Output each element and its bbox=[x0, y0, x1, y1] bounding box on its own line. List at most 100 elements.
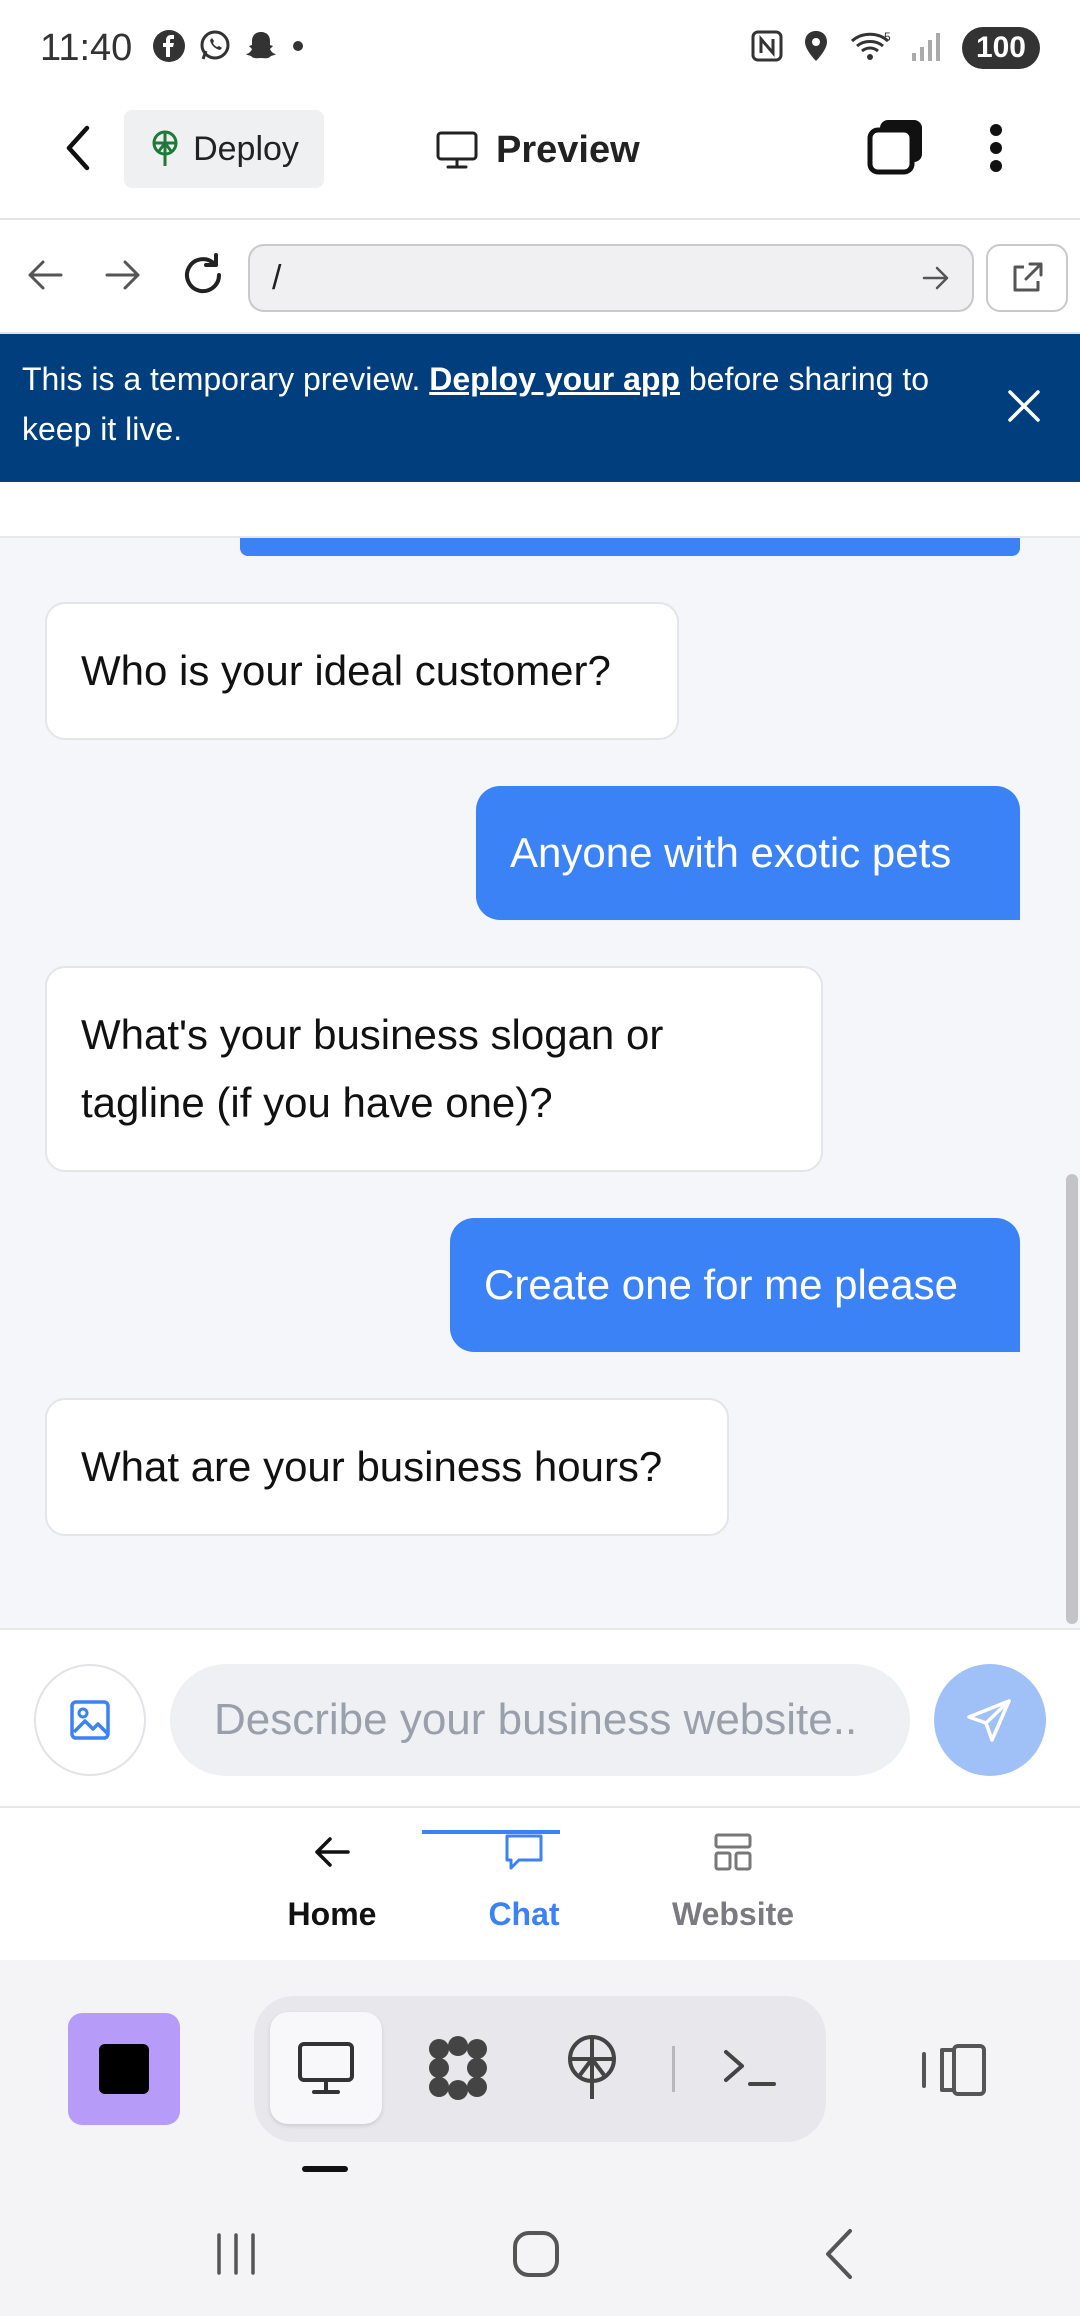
message-text: Create one for me please bbox=[484, 1261, 958, 1308]
user-message: Anyone with exotic pets bbox=[476, 786, 1020, 920]
back-button[interactable] bbox=[58, 120, 98, 176]
panel-toggle-icon bbox=[922, 2044, 986, 2096]
url-bar: / bbox=[0, 220, 1080, 334]
layers-button[interactable] bbox=[866, 116, 926, 178]
bot-message: What's your business slogan or tagline (… bbox=[45, 966, 823, 1172]
deploy-button[interactable]: Deploy bbox=[124, 110, 324, 188]
bottom-tabs: Home Chat Website bbox=[0, 1808, 1080, 1960]
more-options-button[interactable] bbox=[976, 118, 1016, 178]
system-navigation bbox=[0, 2190, 1080, 2316]
chat-area[interactable]: Who is your ideal customer? Anyone with … bbox=[0, 482, 1080, 1628]
message-input[interactable]: Describe your business website.. bbox=[170, 1664, 910, 1776]
tab-website-label: Website bbox=[671, 1896, 795, 1932]
dock-integrations-button[interactable] bbox=[402, 2012, 514, 2124]
image-icon bbox=[70, 1700, 110, 1740]
previous-user-bubble bbox=[240, 538, 1020, 556]
dock-deploy-button[interactable] bbox=[536, 2012, 648, 2124]
deploy-icon bbox=[152, 130, 178, 166]
system-status: 5 100 bbox=[750, 27, 1040, 69]
url-go-icon[interactable] bbox=[920, 262, 952, 303]
tab-website[interactable]: Website bbox=[662, 1808, 804, 1960]
notification-icons bbox=[152, 29, 306, 68]
deploy-icon bbox=[568, 2035, 616, 2099]
dot-icon bbox=[290, 38, 306, 59]
facebook-icon bbox=[152, 29, 186, 68]
dock-preview-button[interactable] bbox=[270, 2012, 382, 2124]
open-external-button[interactable] bbox=[986, 244, 1068, 312]
deploy-your-app-link[interactable]: Deploy your app bbox=[429, 361, 680, 397]
reload-icon bbox=[185, 253, 222, 294]
monitor-icon bbox=[436, 131, 478, 169]
app-dock bbox=[0, 1960, 1080, 2190]
home-icon bbox=[513, 2231, 559, 2277]
arrow-left-icon bbox=[315, 1837, 350, 1867]
chat-scrollbar[interactable] bbox=[1066, 1174, 1078, 1624]
message-text: What's your business slogan or tagline (… bbox=[81, 1011, 664, 1126]
bot-message: Who is your ideal customer? bbox=[45, 602, 679, 740]
dock-active-indicator bbox=[302, 2166, 348, 2172]
tab-home[interactable]: Home bbox=[272, 1808, 392, 1960]
whatsapp-icon bbox=[198, 29, 232, 68]
message-input-placeholder: Describe your business website.. bbox=[214, 1695, 858, 1744]
tab-chat-label: Chat bbox=[488, 1896, 560, 1932]
chevron-left-icon bbox=[826, 2229, 852, 2279]
message-text: Who is your ideal customer? bbox=[81, 647, 611, 694]
layers-icon bbox=[867, 120, 922, 175]
user-message: Create one for me please bbox=[450, 1218, 1020, 1352]
app-bar: Deploy Preview bbox=[0, 96, 1080, 220]
bot-message: What are your business hours? bbox=[45, 1398, 729, 1536]
home-button[interactable] bbox=[496, 2224, 576, 2284]
layout-icon bbox=[714, 1833, 752, 1871]
preview-title[interactable]: Preview bbox=[436, 118, 640, 182]
arrow-left-icon bbox=[28, 260, 63, 290]
arrow-right-icon bbox=[105, 260, 140, 290]
send-button[interactable] bbox=[934, 1664, 1046, 1776]
nav-forward-button[interactable] bbox=[96, 248, 150, 302]
nfc-icon bbox=[750, 29, 784, 68]
banner-text-before: This is a temporary preview. bbox=[22, 361, 430, 397]
reload-button[interactable] bbox=[176, 248, 230, 302]
svg-text:5: 5 bbox=[884, 30, 891, 44]
dock-console-button[interactable] bbox=[694, 2012, 806, 2124]
more-dot-icon bbox=[990, 124, 1002, 136]
tab-chat[interactable]: Chat bbox=[422, 1808, 574, 1960]
message-text: Anyone with exotic pets bbox=[510, 829, 952, 876]
nav-back-button[interactable] bbox=[18, 248, 72, 302]
status-bar: 11:40 5 100 bbox=[0, 0, 1080, 96]
chat-bubble-icon bbox=[505, 1834, 543, 1870]
dock-tool-group bbox=[254, 1996, 826, 2142]
dock-separator bbox=[672, 2046, 675, 2092]
more-dot-icon bbox=[990, 160, 1002, 172]
tab-home-label: Home bbox=[287, 1896, 377, 1932]
message-text: What are your business hours? bbox=[81, 1443, 663, 1490]
recent-apps-button[interactable] bbox=[196, 2224, 276, 2284]
battery-badge: 100 bbox=[961, 27, 1040, 69]
active-tab-indicator bbox=[422, 1830, 560, 1834]
chevron-left-icon bbox=[66, 125, 90, 171]
attach-image-button[interactable] bbox=[34, 1664, 146, 1776]
wifi-icon: 5 bbox=[848, 29, 892, 68]
cluster-icon bbox=[429, 2036, 487, 2100]
deploy-label: Deploy bbox=[193, 129, 299, 168]
system-back-button[interactable] bbox=[800, 2224, 880, 2284]
recent-apps-icon bbox=[217, 2233, 255, 2275]
signal-icon bbox=[910, 29, 944, 68]
send-icon bbox=[967, 1699, 1011, 1742]
snapchat-icon bbox=[244, 29, 278, 68]
message-composer: Describe your business website.. bbox=[0, 1628, 1080, 1808]
previous-content-peek bbox=[0, 482, 1080, 538]
terminal-icon bbox=[724, 2050, 776, 2086]
location-icon bbox=[802, 29, 830, 68]
monitor-icon bbox=[298, 2042, 354, 2094]
stop-button[interactable] bbox=[68, 2013, 180, 2125]
close-icon[interactable] bbox=[1002, 384, 1046, 428]
preview-label: Preview bbox=[496, 128, 640, 171]
url-input[interactable]: / bbox=[248, 244, 974, 312]
url-value: / bbox=[272, 258, 282, 297]
temporary-preview-banner: This is a temporary preview. Deploy your… bbox=[0, 334, 1080, 482]
panel-toggle-button[interactable] bbox=[920, 2040, 990, 2100]
external-link-icon bbox=[1013, 262, 1043, 292]
status-time: 11:40 bbox=[40, 26, 133, 69]
more-dot-icon bbox=[990, 142, 1002, 154]
stop-icon bbox=[99, 2044, 149, 2094]
